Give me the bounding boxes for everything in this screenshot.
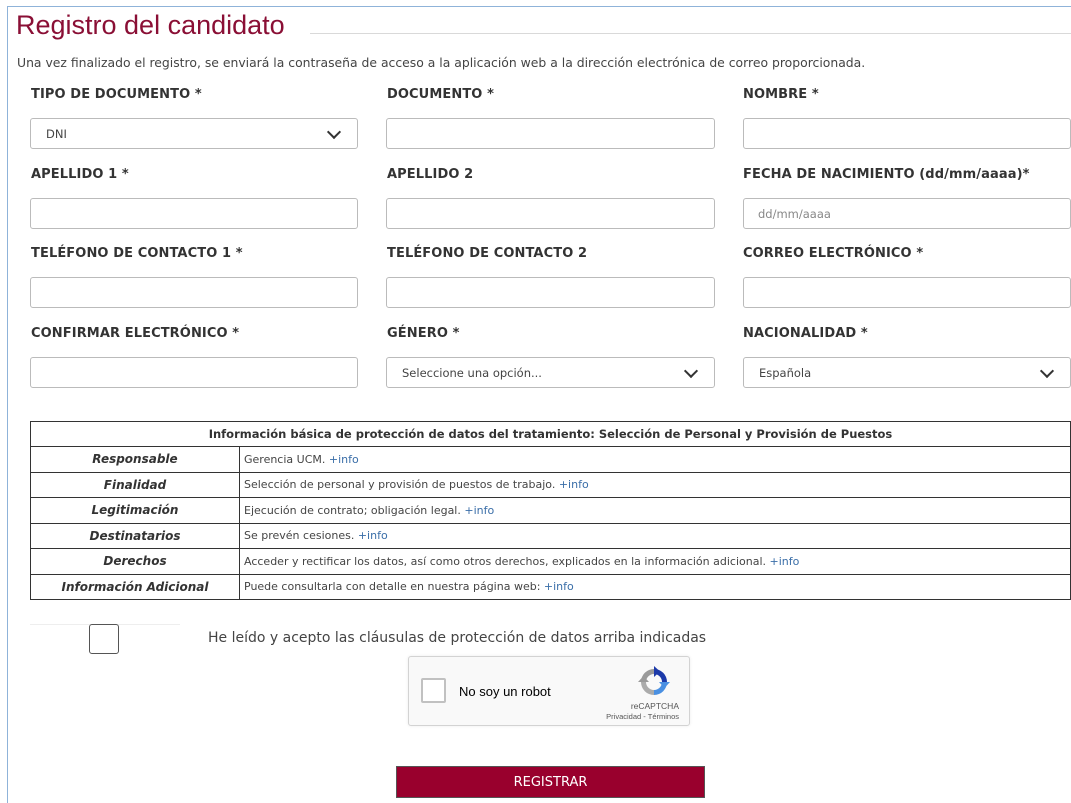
recaptcha-privacy-link[interactable]: Privacidad [606, 712, 641, 721]
chevron-down-icon [1039, 363, 1055, 378]
privacy-row-value: Gerencia UCM. +info [239, 446, 1071, 473]
apellido1-input[interactable] [30, 198, 358, 229]
privacy-row-value: Se prevén cesiones. +info [239, 522, 1071, 549]
more-info-link[interactable]: +info [358, 529, 388, 542]
privacy-table-header: Información básica de protección de dato… [30, 421, 1071, 447]
tipo-documento-label: TIPO DE DOCUMENTO * [31, 87, 202, 102]
privacy-row-text: Ejecución de contrato; obligación legal. [244, 503, 461, 517]
recaptcha-widget: No soy un robot reCAPTCHA Privacidad - T… [408, 656, 690, 726]
privacy-row-value: Puede consultarla con detalle en nuestra… [239, 573, 1071, 600]
privacy-row-label: Finalidad [30, 471, 240, 498]
recaptcha-checkbox[interactable] [421, 678, 446, 703]
recaptcha-logo-icon [638, 666, 670, 695]
apellido2-input[interactable] [386, 198, 715, 229]
accept-privacy-checkbox[interactable] [89, 624, 119, 654]
page-title: Registro del candidato [16, 10, 285, 40]
nacionalidad-value: Española [759, 365, 812, 380]
more-info-link[interactable]: +info [559, 478, 589, 491]
genero-label: GÉNERO * [387, 326, 460, 341]
table-row: Destinatarios Se prevén cesiones. +info [30, 522, 1071, 549]
documento-input[interactable] [386, 118, 715, 149]
more-info-link[interactable]: +info [544, 580, 574, 593]
privacy-row-value: Acceder y rectificar los datos, así como… [239, 548, 1071, 575]
documento-label: DOCUMENTO * [387, 87, 494, 102]
privacy-row-value: Ejecución de contrato; obligación legal.… [239, 497, 1071, 524]
nombre-input[interactable] [743, 118, 1071, 149]
privacy-row-label: Legitimación [30, 497, 240, 524]
privacy-row-label: Información Adicional [30, 573, 240, 600]
table-row: Derechos Acceder y rectificar los datos,… [30, 548, 1071, 575]
genero-select[interactable]: Seleccione una opción... [386, 357, 715, 388]
recaptcha-brand: reCAPTCHA [630, 701, 679, 711]
telefono2-label: TELÉFONO DE CONTACTO 2 [387, 246, 588, 261]
table-row: Información Adicional Puede consultarla … [30, 573, 1071, 600]
title-divider [310, 33, 1071, 34]
privacy-row-text: Selección de personal y provisión de pue… [244, 478, 556, 492]
accept-privacy-label: He leído y acepto las cláusulas de prote… [208, 630, 707, 646]
telefono1-label: TELÉFONO DE CONTACTO 1 * [31, 246, 243, 261]
fecha-nacimiento-input[interactable] [743, 198, 1071, 229]
telefono1-input[interactable] [30, 277, 358, 308]
correo-label: CORREO ELECTRÓNICO * [743, 246, 924, 261]
privacy-table: Información básica de protección de dato… [30, 421, 1071, 600]
tipo-documento-value: DNI [46, 126, 67, 141]
confirmar-correo-label: CONFIRMAR ELECTRÓNICO * [31, 326, 240, 341]
more-info-link[interactable]: +info [464, 504, 494, 517]
privacy-row-text: Acceder y rectificar los datos, así como… [244, 554, 767, 568]
chevron-down-icon [683, 363, 699, 378]
privacy-row-label: Responsable [30, 446, 240, 473]
confirmar-correo-input[interactable] [30, 357, 358, 388]
register-button[interactable]: REGISTRAR [396, 766, 705, 798]
nacionalidad-select[interactable]: Española [743, 357, 1071, 388]
privacy-row-value: Selección de personal y provisión de pue… [239, 471, 1071, 498]
telefono2-input[interactable] [386, 277, 715, 308]
privacy-row-text: Puede consultarla con detalle en nuestra… [244, 580, 541, 594]
nacionalidad-label: NACIONALIDAD * [743, 326, 868, 341]
fecha-nacimiento-label: FECHA DE NACIMIENTO (dd/mm/aaaa)* [743, 167, 1030, 182]
table-row: Legitimación Ejecución de contrato; obli… [30, 497, 1071, 524]
privacy-row-label: Derechos [30, 548, 240, 575]
intro-text: Una vez finalizado el registro, se envia… [17, 55, 866, 70]
table-row: Finalidad Selección de personal y provis… [30, 471, 1071, 498]
recaptcha-label: No soy un robot [459, 684, 551, 699]
privacy-row-label: Destinatarios [30, 522, 240, 549]
more-info-link[interactable]: +info [329, 453, 359, 466]
more-info-link[interactable]: +info [770, 555, 800, 568]
correo-input[interactable] [743, 277, 1071, 308]
table-row: Responsable Gerencia UCM. +info [30, 446, 1071, 473]
apellido2-label: APELLIDO 2 [387, 167, 474, 182]
nombre-label: NOMBRE * [743, 87, 819, 102]
apellido1-label: APELLIDO 1 * [31, 167, 129, 182]
tipo-documento-select[interactable]: DNI [30, 118, 358, 149]
chevron-down-icon [326, 124, 342, 139]
privacy-row-text: Gerencia UCM. [244, 452, 326, 466]
genero-value: Seleccione una opción... [402, 365, 542, 380]
privacy-row-text: Se prevén cesiones. [244, 529, 355, 543]
recaptcha-links: Privacidad - Términos [606, 712, 679, 721]
recaptcha-terms-link[interactable]: Términos [648, 712, 679, 721]
